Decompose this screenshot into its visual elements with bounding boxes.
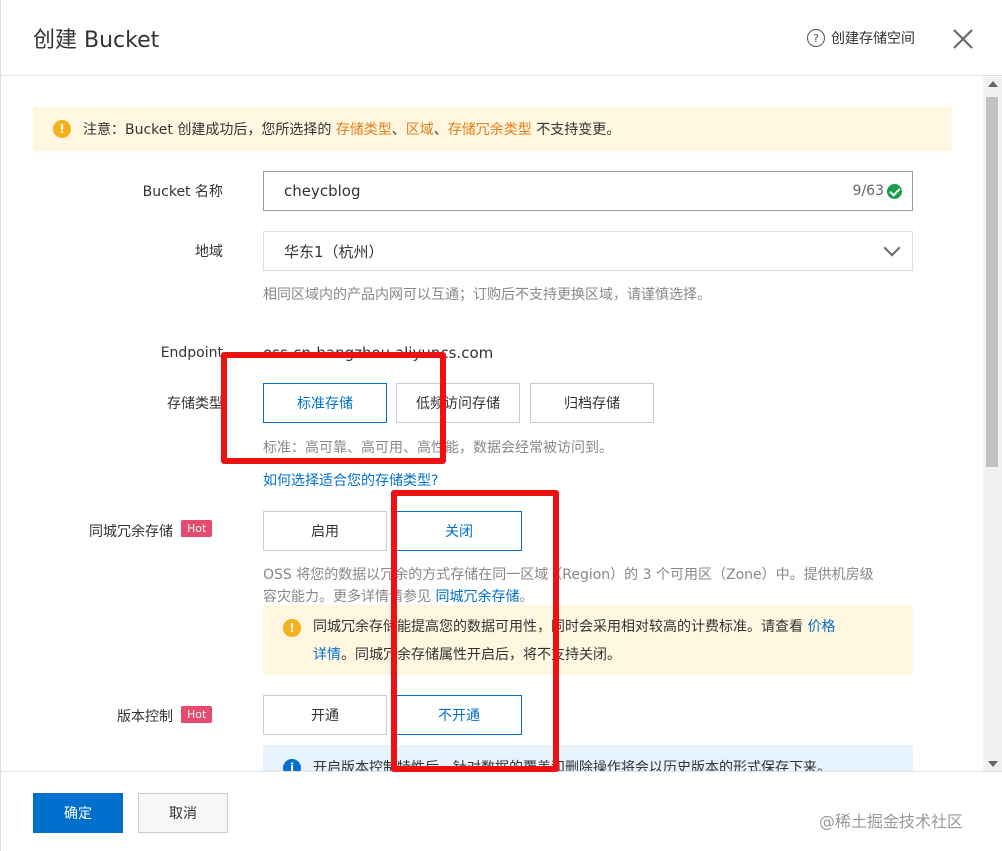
region-hint: 相同区域内的产品内网可以互通；订购后不支持更换区域，请谨慎选择。 [263,287,711,303]
vertical-scrollbar[interactable] [983,77,1002,771]
storage-class-help-link[interactable]: 如何选择适合您的存储类型? [263,470,438,490]
bucket-name-counter: 9/63 [852,183,884,199]
help-link-label: 创建存储空间 [831,31,915,47]
region-value: 华东1（杭州） [284,242,384,261]
storage-class-option-archive[interactable]: 归档存储 [530,383,654,423]
endpoint-label: Endpoint [160,345,223,361]
zrs-price-detail-link[interactable]: 详情 [313,647,341,663]
zrs-label: 同城冗余存储 [89,524,173,540]
storage-class-option-ia[interactable]: 低频访问存储 [396,383,520,423]
zrs-option-enable[interactable]: 启用 [263,511,387,551]
versioning-option-disable[interactable]: 不开通 [396,695,522,735]
zrs-option-disable[interactable]: 关闭 [396,511,522,551]
cancel-button[interactable]: 取消 [138,793,228,833]
check-circle-icon [887,184,902,199]
zrs-price-link[interactable]: 价格 [807,619,835,635]
create-bucket-dialog: 创建 Bucket ? 创建存储空间 ! 注意：Bucket 创建成功后，您所选… [0,0,1002,851]
confirm-button[interactable]: 确定 [33,793,123,833]
zrs-warning-line1: 同城冗余存储能提高您的数据可用性，同时会采用相对较高的计费标准。请查看 价格 [313,619,836,635]
dialog-footer: 确定 取消 @稀土掘金技术社区 [1,771,1002,851]
region-select[interactable]: 华东1（杭州） [263,231,913,271]
dialog-title: 创建 Bucket [33,28,160,53]
storage-class-label: 存储类型 [167,396,223,412]
zrs-hint-line1: OSS 将您的数据以冗余的方式存储在同一区域（Region）的 3 个可用区（Z… [263,567,874,583]
notice-text: 注意：Bucket 创建成功后，您所选择的 存储类型、区域、存储冗余类型 不支持… [83,122,621,138]
scroll-up-arrow-icon[interactable] [988,81,998,87]
notice-banner: ! 注意：Bucket 创建成功后，您所选择的 存储类型、区域、存储冗余类型 不… [33,107,952,151]
bucket-name-label: Bucket 名称 [142,184,223,200]
zrs-doc-link[interactable]: 同城冗余存储 [435,589,519,605]
versioning-info-text: 开启版本控制特性后，针对数据的覆盖和删除操作将会以历史版本的形式保存下来。 [313,760,831,771]
zrs-hot-badge: Hot [181,520,213,537]
zrs-hint-line2: 容灾能力。更多详情请参见 同城冗余存储。 [263,589,534,605]
question-circle-icon: ? [807,29,825,47]
storage-class-option-standard[interactable]: 标准存储 [263,383,387,423]
region-label: 地域 [195,244,223,260]
scrollbar-thumb[interactable] [986,97,998,467]
versioning-label: 版本控制 [117,709,173,725]
close-icon[interactable] [950,26,976,52]
endpoint-value: oss-cn-hangzhou.aliyuncs.com [263,344,494,362]
versioning-info-box: i 开启版本控制特性后，针对数据的覆盖和删除操作将会以历史版本的形式保存下来。 [263,745,913,771]
bucket-name-input[interactable]: cheycblog 9/63 [263,171,913,211]
versioning-hot-badge: Hot [181,706,213,723]
scroll-down-arrow-icon[interactable] [988,761,998,767]
zrs-warning-box: ! 同城冗余存储能提高您的数据可用性，同时会采用相对较高的计费标准。请查看 价格… [263,605,913,675]
dialog-body: ! 注意：Bucket 创建成功后，您所选择的 存储类型、区域、存储冗余类型 不… [1,77,983,771]
warning-icon: ! [283,619,301,637]
watermark: @稀土掘金技术社区 [819,812,964,831]
chevron-down-icon [883,239,901,257]
info-icon: i [283,759,301,771]
bucket-name-value: cheycblog [284,182,361,200]
warning-icon: ! [53,120,71,138]
versioning-option-enable[interactable]: 开通 [263,695,387,735]
dialog-header: 创建 Bucket ? 创建存储空间 [1,0,1002,76]
storage-class-hint: 标准：高可靠、高可用、高性能，数据会经常被访问到。 [263,440,613,456]
create-bucket-help-link[interactable]: ? 创建存储空间 [807,28,915,48]
zrs-warning-line2: 详情。同城冗余存储属性开启后，将不支持关闭。 [313,647,621,663]
